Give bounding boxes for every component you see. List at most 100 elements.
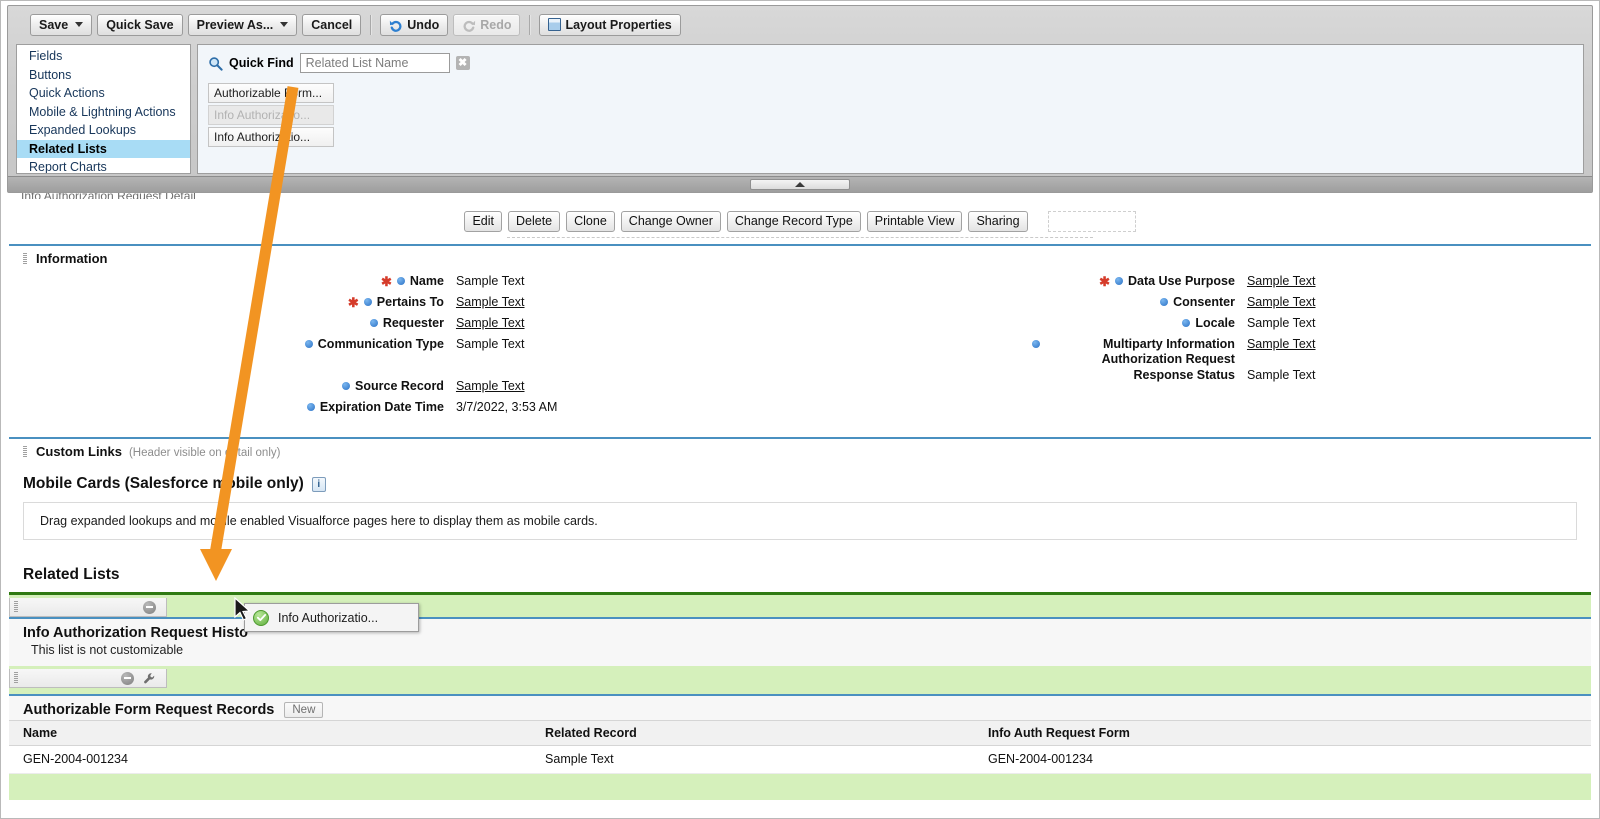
preview-as-label: Preview As... <box>196 17 274 32</box>
field-drag-dot-icon <box>304 340 313 348</box>
delete-button[interactable]: Delete <box>507 211 561 232</box>
clear-icon[interactable]: ✖ <box>455 56 470 70</box>
field-drag-dot-icon <box>369 319 378 327</box>
drag-handle-icon <box>23 446 27 457</box>
field-row-data-use-purpose[interactable]: ✱ Data Use Purpose Sample Text <box>800 274 1591 294</box>
section-header-information[interactable]: Information <box>9 244 1591 270</box>
quick-find-input[interactable] <box>299 53 450 73</box>
field-label: Consenter <box>1173 295 1235 309</box>
palette-collapse-handle[interactable] <box>750 179 850 190</box>
info-icon[interactable]: i <box>311 476 326 492</box>
palette-splitter[interactable] <box>8 176 1592 192</box>
field-value: 3/7/2022, 3:53 AM <box>455 400 558 414</box>
field-row-source-record[interactable]: Source Record Sample Text <box>9 379 800 399</box>
clone-button[interactable]: Clone <box>566 211 615 232</box>
field-value: Sample Text <box>1246 274 1316 288</box>
section-title: Custom Links <box>36 444 122 459</box>
chevron-up-icon <box>795 182 805 187</box>
related-list-table: Name Related Record Info Auth Request Fo… <box>9 720 1591 774</box>
palette-category-report-charts[interactable]: Report Charts <box>17 158 190 173</box>
search-icon <box>209 56 223 71</box>
related-list-handle-two[interactable] <box>9 669 167 688</box>
field-label-wrap: Locale <box>800 316 1243 331</box>
printable-view-button[interactable]: Printable View <box>866 211 963 232</box>
field-row-communication-type[interactable]: Communication Type Sample Text <box>9 337 800 357</box>
field-drag-dot-icon <box>1031 340 1040 348</box>
palette-item-info-authorization-used: Info Authorizatio... <box>208 105 334 125</box>
palette-category-mobile-lightning-actions[interactable]: Mobile & Lightning Actions <box>17 103 190 122</box>
layout-preview: Info Authorization Request Detail Edit D… <box>9 193 1591 814</box>
page-layout-editor: Save Quick Save Preview As... Cancel Und… <box>0 0 1600 819</box>
redo-icon <box>463 20 476 32</box>
field-label: Source Record <box>355 379 444 393</box>
related-list-drop-zone-three[interactable] <box>9 774 1591 800</box>
column-header-related-record[interactable]: Related Record <box>531 720 974 746</box>
palette-category-buttons[interactable]: Buttons <box>17 66 190 85</box>
quick-find-row: Quick Find ✖ <box>208 53 1573 73</box>
palette-category-expanded-lookups[interactable]: Expanded Lookups <box>17 121 190 140</box>
button-drop-slot[interactable] <box>1047 211 1136 232</box>
field-row-name[interactable]: ✱ Name Sample Text <box>9 274 800 294</box>
undo-label: Undo <box>407 17 440 32</box>
field-drag-dot-icon <box>1160 298 1169 306</box>
quick-find-label: Quick Find <box>229 56 294 70</box>
field-row-locale[interactable]: Locale Sample Text <box>800 316 1591 336</box>
field-row-expiration-date-time[interactable]: Expiration Date Time 3/7/2022, 3:53 AM <box>9 400 800 420</box>
wrench-icon[interactable] <box>143 672 156 685</box>
field-value: Sample Text <box>455 274 525 288</box>
field-drag-dot-icon <box>396 277 405 285</box>
information-left-column: ✱ Name Sample Text ✱ Pertains To Sample … <box>9 274 800 421</box>
section-header-custom-links[interactable]: Custom Links (Header visible on detail o… <box>9 437 1591 463</box>
palette-item-authorizable-form[interactable]: Authorizable Form... <box>208 83 334 103</box>
field-row-consenter[interactable]: Consenter Sample Text <box>800 295 1591 315</box>
field-row-pertains-to[interactable]: ✱ Pertains To Sample Text <box>9 295 800 315</box>
field-label-wrap: ✱ Name <box>9 274 452 289</box>
remove-icon[interactable] <box>143 600 156 614</box>
field-label-wrap: Requester <box>9 316 452 331</box>
field-row-blank[interactable] <box>9 358 800 378</box>
toolbar-divider <box>529 14 531 35</box>
change-record-type-button[interactable]: Change Record Type <box>726 211 861 232</box>
required-icon: ✱ <box>1099 274 1110 289</box>
palette-category-fields[interactable]: Fields <box>17 47 190 66</box>
change-owner-button[interactable]: Change Owner <box>620 211 721 232</box>
save-button[interactable]: Save <box>30 13 93 36</box>
palette-category-related-lists[interactable]: Related Lists <box>17 139 190 158</box>
column-header-name[interactable]: Name <box>9 720 532 746</box>
column-header-info-auth-request-form[interactable]: Info Auth Request Form <box>974 720 1591 746</box>
field-value: Sample Text <box>455 337 525 351</box>
edit-button[interactable]: Edit <box>464 211 502 232</box>
palette-item-info-authorization[interactable]: Info Authorizatio... <box>208 127 334 147</box>
undo-icon <box>390 20 402 32</box>
related-list-name: Authorizable Form Request Records <box>23 702 275 718</box>
field-drag-dot-icon <box>1114 277 1123 285</box>
field-label: Locale <box>1195 316 1235 330</box>
layout-properties-button[interactable]: Layout Properties <box>539 13 681 36</box>
redo-label: Redo <box>480 17 512 32</box>
related-list-handle-one[interactable] <box>9 598 167 617</box>
field-label-wrap: ✱ Pertains To <box>9 295 452 310</box>
preview-as-button[interactable]: Preview As... <box>187 13 298 36</box>
field-value: Sample Text <box>455 379 525 393</box>
field-row-requester[interactable]: Requester Sample Text <box>9 316 800 336</box>
related-list-drop-zone-two[interactable] <box>9 666 1591 694</box>
cell-related-record: Sample Text <box>531 745 974 774</box>
new-button[interactable]: New <box>284 702 324 718</box>
undo-button[interactable]: Undo <box>380 13 449 36</box>
save-label: Save <box>39 17 69 32</box>
cancel-button[interactable]: Cancel <box>302 13 362 36</box>
related-list-note: This list is not customizable <box>31 643 184 657</box>
table-row: GEN-2004-001234 Sample Text GEN-2004-001… <box>9 745 1591 774</box>
field-value: Sample Text <box>1246 295 1316 309</box>
palette-category-quick-actions[interactable]: Quick Actions <box>17 84 190 103</box>
quick-save-button[interactable]: Quick Save <box>97 13 183 36</box>
field-label-wrap: Response Status <box>800 368 1243 383</box>
field-label: Multiparty Information Authorization Req… <box>1101 337 1235 366</box>
field-row-multiparty-information-authorization-request[interactable]: Multiparty Information Authorization Req… <box>800 337 1591 367</box>
mobile-cards-label: Mobile Cards (Salesforce mobile only) <box>23 475 304 492</box>
window-icon <box>548 18 562 31</box>
mobile-cards-drop-area[interactable]: Drag expanded lookups and mobile enabled… <box>23 502 1577 540</box>
sharing-button[interactable]: Sharing <box>968 211 1028 232</box>
remove-icon[interactable] <box>121 671 134 685</box>
field-row-response-status[interactable]: Response Status Sample Text <box>800 368 1591 388</box>
